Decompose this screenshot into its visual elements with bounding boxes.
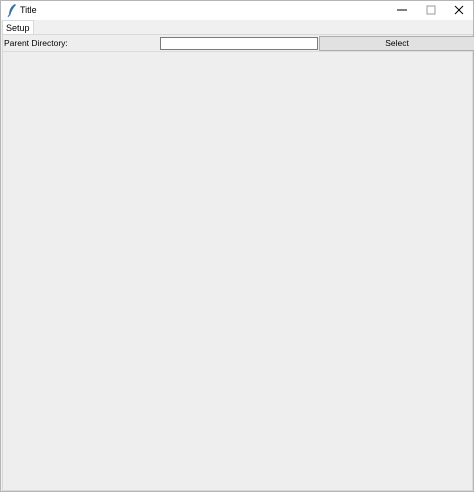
parent-directory-row: Parent Directory: Select [3,35,474,52]
close-button[interactable] [444,1,473,20]
close-icon [454,5,464,17]
title-bar[interactable]: Title [1,1,473,20]
minimize-icon [396,5,407,17]
tab-bar: Setup [1,20,473,35]
maximize-button[interactable] [416,1,445,20]
minimize-button[interactable] [387,1,416,20]
client-area: Setup Parent Directory: Select [1,20,474,491]
setup-panel: Parent Directory: Select [2,34,474,491]
select-button[interactable]: Select [319,36,474,51]
parent-directory-label: Parent Directory: [4,38,68,48]
window-title: Title [20,5,37,15]
app-window: Title Setup Parent Directory: Select [0,0,474,492]
maximize-icon [426,5,436,17]
feather-icon [7,4,17,18]
tab-setup[interactable]: Setup [2,20,34,35]
parent-directory-input[interactable] [160,37,318,50]
